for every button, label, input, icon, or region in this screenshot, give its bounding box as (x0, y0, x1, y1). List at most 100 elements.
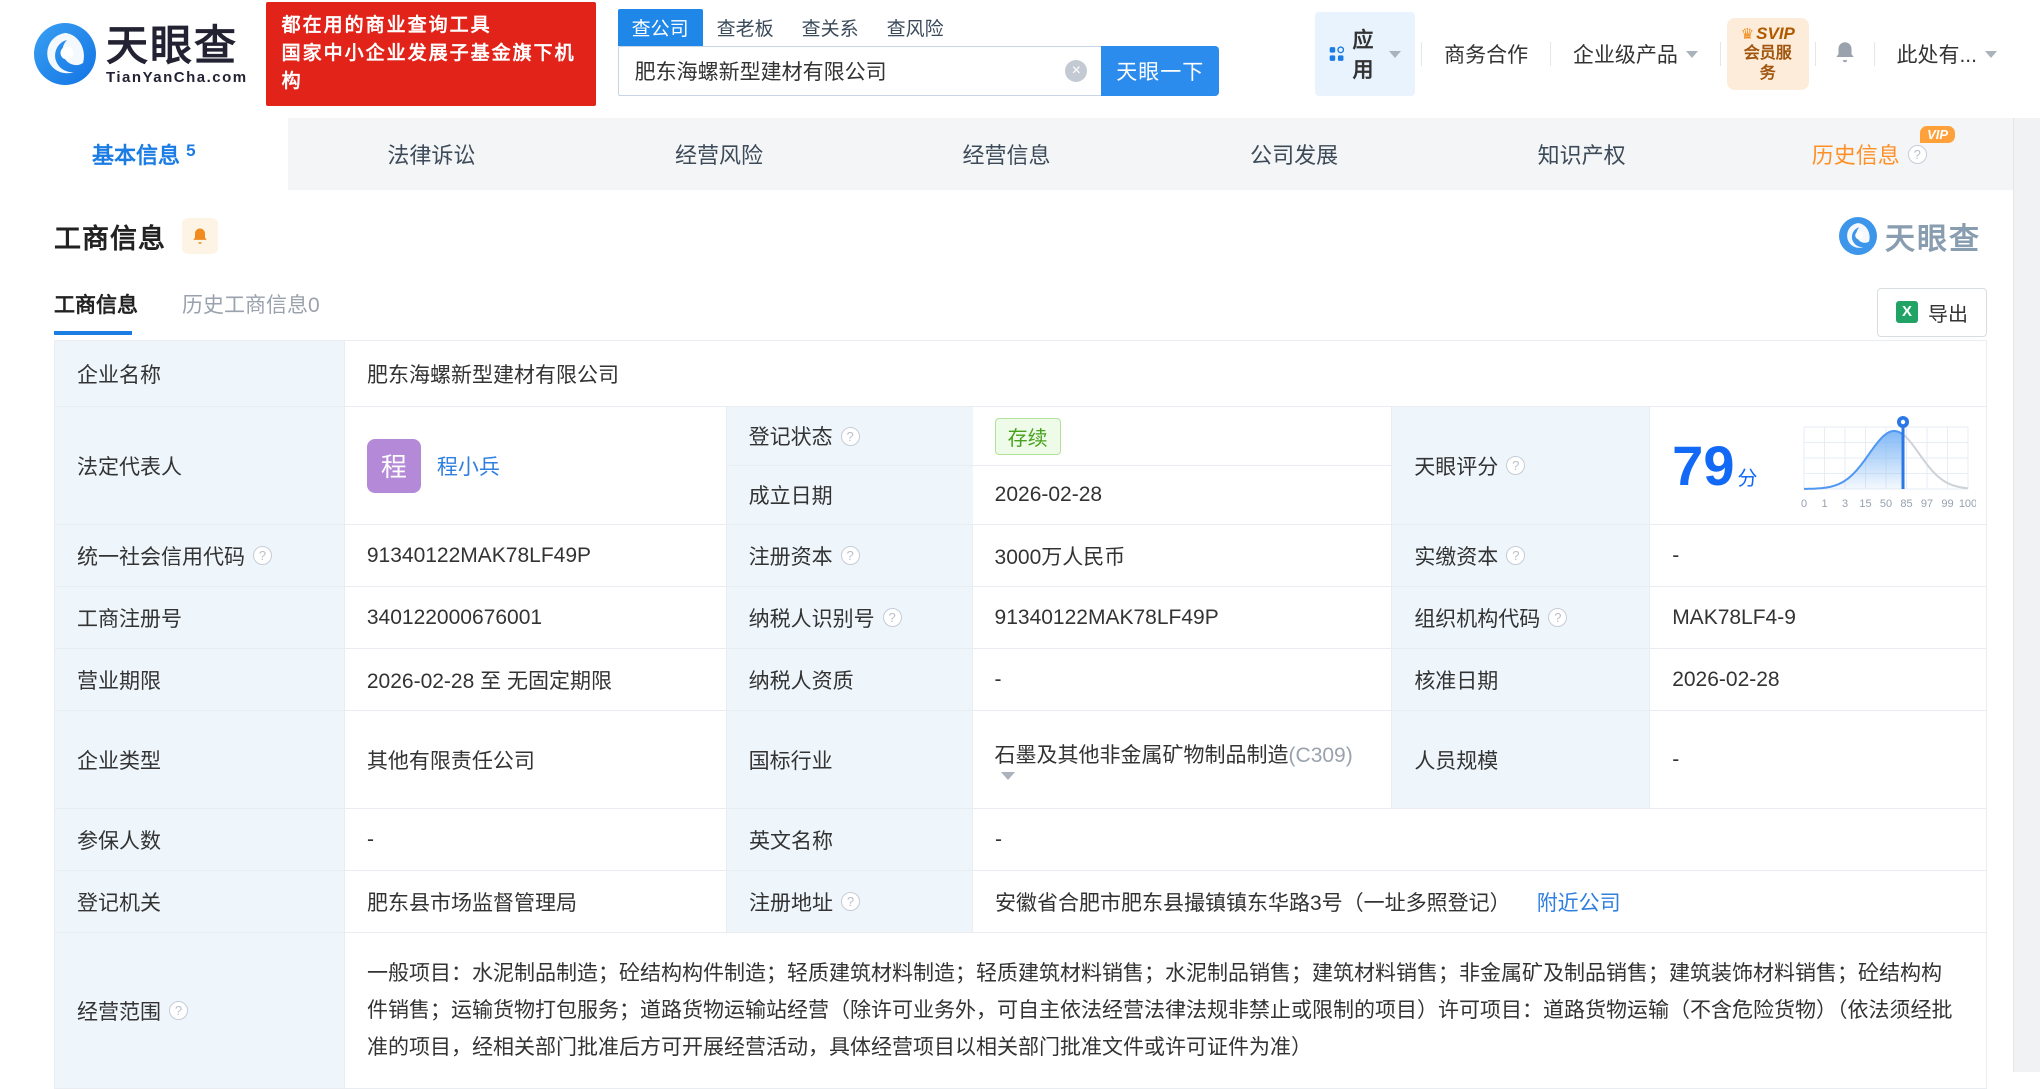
staff-size-value: - (1672, 747, 1680, 771)
chevron-down-icon[interactable] (1000, 772, 1015, 780)
term-value: 2026-02-28 至 无固定期限 (345, 649, 727, 710)
search-tab-boss[interactable]: 查老板 (703, 9, 788, 46)
taxpayer-quality-label: 纳税人资质 (726, 649, 973, 710)
chevron-down-icon (1685, 50, 1698, 58)
legal-rep-label: 法定代表人 (55, 407, 345, 524)
divider (1719, 42, 1721, 66)
establish-date-value: 2026-02-28 (994, 483, 1103, 506)
subtab-history-business-info[interactable]: 历史工商信息0 (182, 289, 320, 335)
help-icon[interactable]: ? (840, 426, 860, 446)
company-type-label: 企业类型 (55, 711, 345, 808)
industry-name: 石墨及其他非金属矿物制品制造 (994, 744, 1289, 767)
nav-apps[interactable]: 应用 (1315, 12, 1416, 96)
site-header: 天眼查 TianYanCha.com 都在用的商业查询工具 国家中小企业发展子基… (0, 0, 2013, 108)
subtab-label: 历史工商信息 (182, 294, 308, 317)
page-scroll-gutter[interactable] (2013, 118, 2040, 1072)
tab-label: 历史信息 (1811, 143, 1900, 168)
tab-operation-risk[interactable]: 经营风险 (575, 118, 863, 190)
tab-label: 经营风险 (674, 143, 763, 168)
export-button[interactable]: X 导出 (1877, 287, 1987, 337)
help-icon[interactable]: ? (840, 546, 860, 565)
term-label: 营业期限 (55, 649, 345, 710)
taxpayer-id-value: 91340122MAK78LF49P (973, 587, 1393, 648)
reg-status-label: 登记状态 (748, 426, 833, 449)
help-icon[interactable]: ? (1506, 546, 1526, 565)
divider (1550, 42, 1551, 66)
tab-intellectual-property[interactable]: 知识产权 (1438, 118, 1726, 190)
reg-capital-value: 3000万人民币 (973, 525, 1393, 586)
legal-rep-avatar[interactable]: 程 (366, 438, 421, 493)
table-row: 工商注册号 340122000676001 纳税人识别号? 91340122MA… (55, 587, 1986, 649)
status-badge: 存续 (994, 417, 1061, 455)
table-row: 登记机关 肥东县市场监督管理局 注册地址? 安徽省合肥市肥东县撮镇镇东华路3号（… (55, 871, 1986, 933)
svg-text:99: 99 (1941, 498, 1953, 510)
tab-history-info[interactable]: VIP 历史信息 ? (1725, 118, 2013, 190)
reg-number-label: 工商注册号 (55, 587, 345, 648)
subscribe-bell-icon[interactable] (182, 218, 218, 254)
search-tab-relation[interactable]: 查关系 (788, 9, 873, 46)
credit-code-cell: 统一社会信用代码? (55, 525, 345, 586)
tab-basic-info[interactable]: 基本信息 5 (0, 118, 288, 190)
help-icon[interactable]: ? (1907, 144, 1927, 164)
watermark-text: 天眼查 (1885, 223, 1981, 256)
nav-cooperation[interactable]: 商务合作 (1444, 39, 1528, 69)
nearby-companies-link[interactable]: 附近公司 (1537, 887, 1621, 917)
search-tab-risk[interactable]: 查风险 (873, 9, 958, 46)
svg-text:85: 85 (1900, 498, 1912, 510)
subtab-count: 0 (308, 294, 320, 317)
help-icon[interactable]: ? (882, 608, 902, 627)
address-value-cell: 安徽省合肥市肥东县撮镇镇东华路3号（一址多照登记） 附近公司 (973, 871, 1986, 932)
industry-label: 国标行业 (726, 711, 973, 808)
help-icon[interactable]: ? (841, 892, 860, 911)
chevron-down-icon (1984, 50, 1997, 58)
help-icon[interactable]: ? (169, 1001, 188, 1020)
tab-legal-litigation[interactable]: 法律诉讼 (288, 118, 576, 190)
insured-value: - (345, 809, 727, 870)
search-button[interactable]: 天眼一下 (1101, 46, 1220, 96)
org-code-label: 组织机构代码 (1414, 607, 1541, 631)
apps-grid-icon (1329, 46, 1345, 61)
promo-line1: 都在用的商业查询工具 (281, 15, 492, 36)
nav-svip-badge[interactable]: ♛ SVIP 会员服务 (1726, 18, 1809, 90)
help-icon[interactable]: ? (253, 546, 272, 565)
tab-label: 基本信息 (92, 143, 181, 168)
org-code-value: MAK78LF4-9 (1672, 605, 1796, 629)
search-tab-company[interactable]: 查公司 (617, 9, 703, 46)
nav-apps-label: 应用 (1352, 29, 1374, 82)
search-block: 查公司 查老板 查关系 查风险 × 天眼一下 (617, 9, 1220, 96)
tianyancha-logo[interactable]: 天眼查 TianYanCha.com (34, 22, 248, 86)
subtab-business-info[interactable]: 工商信息 (54, 289, 138, 335)
promo-banner[interactable]: 都在用的商业查询工具 国家中小企业发展子基金旗下机构 (265, 2, 596, 106)
notification-bell-icon[interactable] (1832, 39, 1858, 70)
reg-number-value: 340122000676001 (345, 587, 727, 648)
english-name-label: 英文名称 (727, 809, 973, 870)
tab-operation-info[interactable]: 经营信息 (863, 118, 1151, 190)
help-icon[interactable]: ? (1506, 456, 1526, 475)
nav-enterprise[interactable]: 企业级产品 (1573, 39, 1698, 69)
svg-text:50: 50 (1880, 498, 1892, 510)
org-code-cell: 组织机构代码? (1392, 587, 1651, 648)
svg-text:0: 0 (1801, 498, 1807, 510)
tianyancha-logo-icon (34, 23, 96, 85)
svg-text:3: 3 (1842, 498, 1848, 510)
tab-label: 法律诉讼 (387, 143, 476, 168)
excel-icon: X (1896, 301, 1918, 323)
taxpayer-quality-value: - (973, 649, 1393, 710)
score-cell-label: 天眼评分? (1392, 407, 1651, 524)
english-name-value: - (995, 827, 1002, 851)
approve-date-label: 核准日期 (1392, 649, 1651, 710)
score-label: 天眼评分 (1414, 455, 1499, 479)
table-row: 统一社会信用代码? 91340122MAK78LF49P 注册资本? 3000万… (55, 525, 1986, 587)
industry-value: 石墨及其他非金属矿物制品制造 (C309) (973, 711, 1393, 808)
tianyancha-watermark-icon (1839, 217, 1877, 255)
table-row: 经营范围? 一般项目：水泥制品制造；砼结构构件制造；轻质建筑材料制造；轻质建筑材… (55, 933, 1986, 1088)
svg-text:97: 97 (1921, 498, 1933, 510)
help-icon[interactable]: ? (1548, 608, 1568, 627)
tab-company-development[interactable]: 公司发展 (1150, 118, 1438, 190)
nav-account[interactable]: 此处有... (1896, 39, 1997, 69)
legal-rep-link[interactable]: 程小兵 (437, 451, 500, 481)
paid-capital-cell: 实缴资本? (1392, 525, 1651, 586)
search-input[interactable] (617, 46, 1102, 96)
paid-capital-label: 实缴资本 (1414, 545, 1499, 569)
crown-icon: ♛ (1740, 26, 1755, 43)
